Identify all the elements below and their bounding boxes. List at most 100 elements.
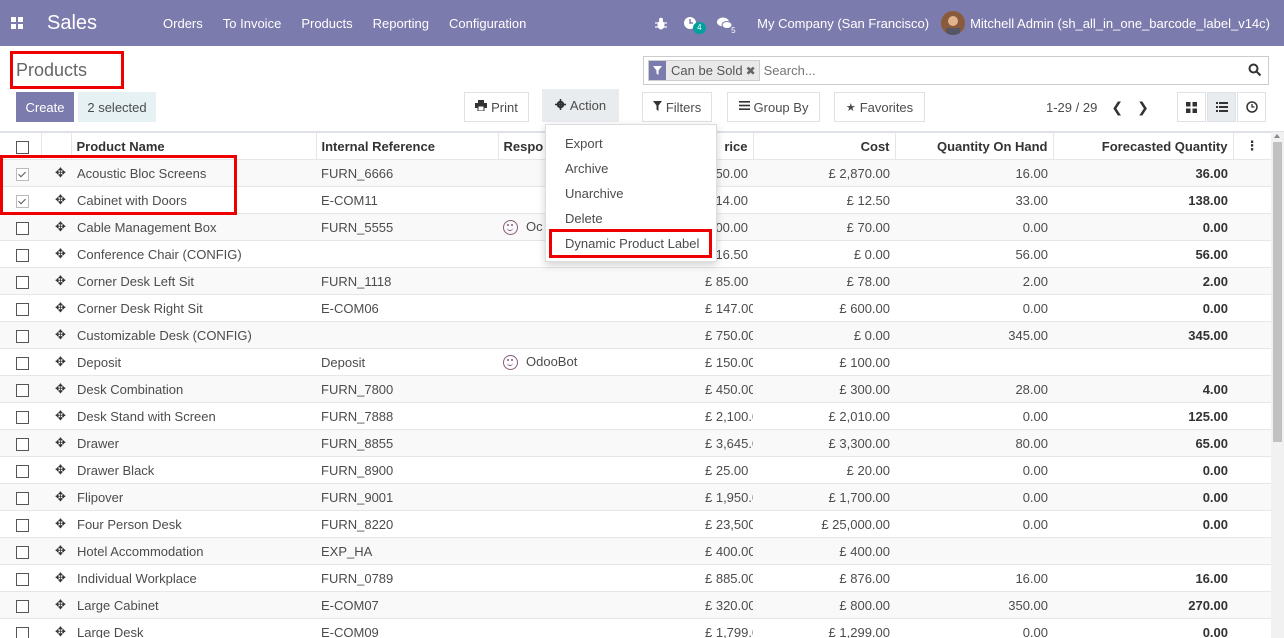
table-row[interactable]: ✥ DrawerFURN_8855 £ 3,645.00£ 3,300.0080.0… <box>0 429 1271 457</box>
cell-sales-price[interactable]: £ 750.00 <box>700 321 753 349</box>
drag-handle-icon[interactable]: ✥ <box>55 624 66 638</box>
cell-qty-on-hand[interactable]: 0.00 <box>895 483 1053 511</box>
cell-forecasted-qty[interactable]: 270.00 <box>1053 591 1233 619</box>
cell-sales-price[interactable]: £ 3,645.00 <box>700 429 753 457</box>
cell-cost[interactable]: £ 100.00 <box>753 348 895 376</box>
cell-internal-reference[interactable]: FURN_8900 <box>316 456 498 484</box>
cell-responsible[interactable]: OdooBot <box>498 348 700 376</box>
drag-handle-icon[interactable]: ✥ <box>55 543 66 558</box>
cell-responsible[interactable] <box>498 618 700 638</box>
cell-cost[interactable]: £ 300.00 <box>753 375 895 403</box>
cell-product-name[interactable]: Cable Management Box <box>71 213 316 241</box>
table-row[interactable]: ✥Large DeskE-COM09£ 1,799.00£ 1,299.000.… <box>0 618 1271 638</box>
cell-qty-on-hand[interactable]: 56.00 <box>895 240 1053 268</box>
table-row[interactable]: ✥ Desk Stand with Screen FURN_7888 £ 2,100.… <box>0 402 1271 430</box>
cell-internal-reference[interactable]: FURN_8855 <box>316 429 498 457</box>
user-avatar[interactable] <box>941 11 966 35</box>
cell-forecasted-qty[interactable]: 345.00 <box>1053 321 1233 349</box>
menu-to-invoice[interactable]: To Invoice <box>213 16 292 31</box>
cell-qty-on-hand[interactable]: 0.00 <box>895 213 1053 241</box>
cell-forecasted-qty[interactable]: 0.00 <box>1053 456 1233 484</box>
row-checkbox[interactable] <box>16 356 29 370</box>
col-qty-on-hand[interactable]: Quantity On Hand <box>895 132 1054 160</box>
table-row[interactable]: ✥ Corner Desk Left Sit FURN_1118 £ 85.00 £ 7… <box>0 267 1271 295</box>
drag-handle-icon[interactable]: ✥ <box>55 489 66 504</box>
cell-cost[interactable]: £ 0.00 <box>753 321 895 349</box>
action-archive[interactable]: Archive <box>546 156 716 181</box>
table-row[interactable]: ✥ Desk Combination FURN_7800 £ 450.00 £ 300.… <box>0 375 1271 403</box>
drag-handle-icon[interactable]: ✥ <box>55 246 66 261</box>
cell-cost[interactable]: £ 1,299.00 <box>753 618 895 638</box>
facet-remove-icon[interactable]: ✖ <box>746 64 759 78</box>
table-row[interactable]: ✥ Customizable Desk (CONFIG) £ 750.00 £ 0.0… <box>0 321 1271 349</box>
row-checkbox[interactable] <box>16 572 29 586</box>
cell-internal-reference[interactable]: FURN_7888 <box>316 402 498 430</box>
drag-handle-icon[interactable]: ✥ <box>55 354 66 369</box>
cell-forecasted-qty[interactable] <box>1053 348 1233 376</box>
cell-sales-price[interactable]: £ 885.00 <box>700 564 753 592</box>
cell-qty-on-hand[interactable]: 28.00 <box>895 375 1053 403</box>
cell-qty-on-hand[interactable]: 0.00 <box>895 618 1053 638</box>
col-forecasted-qty[interactable]: Forecasted Quantity <box>1053 132 1234 160</box>
cell-sales-price[interactable]: £ 150.00 <box>700 348 753 376</box>
cell-cost[interactable]: £ 2,010.00 <box>753 402 895 430</box>
activity-clock-icon[interactable]: 4 <box>675 16 709 34</box>
cell-cost[interactable]: £ 2,870.00 <box>753 159 895 187</box>
select-all-checkbox[interactable] <box>16 140 29 154</box>
row-checkbox[interactable] <box>16 275 29 289</box>
cell-internal-reference[interactable]: E-COM06 <box>316 294 498 322</box>
search-bar[interactable]: Can be Sold ✖ <box>643 56 1269 85</box>
cell-internal-reference[interactable]: FURN_0789 <box>316 564 498 592</box>
cell-product-name[interactable]: Large Desk <box>71 618 316 638</box>
drag-handle-icon[interactable]: ✥ <box>55 462 66 477</box>
activity-view-icon[interactable] <box>1237 92 1266 122</box>
row-checkbox[interactable] <box>16 437 29 451</box>
scroll-up-arrow-icon[interactable] <box>1274 134 1280 138</box>
debug-bug-icon[interactable] <box>647 17 675 30</box>
row-checkbox[interactable] <box>16 383 29 397</box>
cell-responsible[interactable] <box>498 483 700 511</box>
list-view-icon[interactable] <box>1207 92 1236 122</box>
cell-qty-on-hand[interactable]: 2.00 <box>895 267 1053 295</box>
table-row[interactable]: ✥ Drawer Black FURN_8900 £ 25.00 £ 20.00 0.00… <box>0 456 1271 484</box>
cell-forecasted-qty[interactable]: 16.00 <box>1053 564 1233 592</box>
cell-responsible[interactable] <box>498 456 700 484</box>
company-switcher[interactable]: My Company (San Francisco) <box>743 16 941 31</box>
menu-orders[interactable]: Orders <box>153 16 213 31</box>
table-row[interactable]: ✥ Large Cabinet E-COM07 £ 320.00 £ 800.00 350… <box>0 591 1271 619</box>
cell-responsible[interactable] <box>498 591 700 619</box>
pager-previous-icon[interactable]: ❮ <box>1111 99 1123 116</box>
cell-cost[interactable]: £ 1,700.00 <box>753 483 895 511</box>
cell-sales-price[interactable]: £ 1,950.00 <box>700 483 753 511</box>
cell-product-name[interactable]: Conference Chair (CONFIG) <box>71 240 316 268</box>
cell-product-name[interactable]: Deposit <box>71 348 316 376</box>
action-button[interactable]: Action <box>542 89 619 122</box>
table-row[interactable]: ✥ Hotel Accommodation EXP_HA £ 400.00 £ 400.… <box>0 537 1271 565</box>
messages-chat-icon[interactable]: 5 <box>709 17 743 35</box>
drag-handle-icon[interactable]: ✥ <box>55 516 66 531</box>
print-button[interactable]: Print <box>464 92 529 122</box>
drag-handle-icon[interactable]: ✥ <box>55 300 66 315</box>
action-export[interactable]: Export <box>546 131 716 156</box>
cell-responsible[interactable] <box>498 375 700 403</box>
apps-menu-icon[interactable] <box>0 0 34 46</box>
cell-forecasted-qty[interactable]: 65.00 <box>1053 429 1233 457</box>
cell-sales-price[interactable]: £ 25.00 <box>700 456 753 484</box>
drag-handle-icon[interactable]: ✥ <box>55 327 66 342</box>
selection-counter[interactable]: 2 selected <box>78 92 156 122</box>
cell-forecasted-qty[interactable]: 0.00 <box>1053 294 1233 322</box>
user-menu[interactable]: Mitchell Admin (sh_all_in_one_barcode_la… <box>970 16 1284 31</box>
col-internal-reference[interactable]: Internal Reference <box>316 132 499 160</box>
cell-forecasted-qty[interactable]: 0.00 <box>1053 483 1233 511</box>
cell-responsible[interactable] <box>498 267 700 295</box>
cell-product-name[interactable]: Four Person Desk <box>71 510 316 538</box>
cell-internal-reference[interactable] <box>316 240 498 268</box>
row-checkbox[interactable] <box>16 545 29 559</box>
cell-qty-on-hand[interactable]: 0.00 <box>895 402 1053 430</box>
cell-qty-on-hand[interactable]: 0.00 <box>895 510 1053 538</box>
create-button[interactable]: Create <box>16 92 74 122</box>
row-checkbox[interactable] <box>16 410 29 424</box>
cell-qty-on-hand[interactable] <box>895 348 1053 376</box>
cell-forecasted-qty[interactable]: 4.00 <box>1053 375 1233 403</box>
row-checkbox[interactable] <box>16 329 29 343</box>
